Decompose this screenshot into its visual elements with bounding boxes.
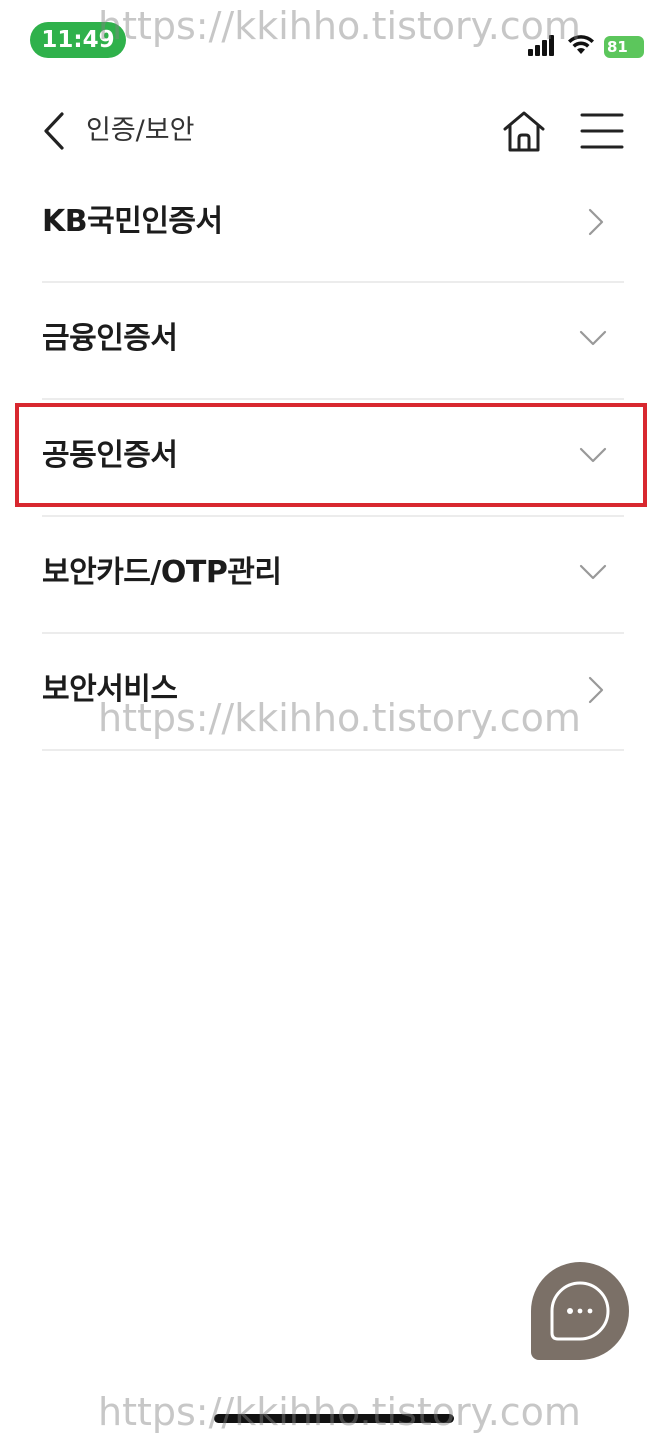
menu-item-security-service[interactable]: 보안서비스 bbox=[42, 634, 624, 751]
chevron-down-icon bbox=[579, 330, 607, 346]
home-icon bbox=[503, 111, 545, 152]
chat-assistant-button[interactable] bbox=[531, 1262, 629, 1360]
home-indicator-bar bbox=[214, 1414, 454, 1423]
menu-item-label: 보안서비스 bbox=[42, 672, 178, 707]
signal-icon bbox=[528, 35, 554, 56]
status-time: 11:49 bbox=[30, 22, 126, 58]
top-header: 인증/보안 bbox=[0, 96, 666, 166]
menu-item-security-card-otp[interactable]: 보안카드/OTP관리 bbox=[42, 517, 624, 634]
chevron-right-icon bbox=[588, 208, 604, 236]
chevron-right-icon bbox=[588, 676, 604, 704]
battery-indicator: 81 bbox=[604, 36, 644, 58]
menu-item-label: 금융인증서 bbox=[42, 321, 178, 356]
menu-item-kb-certificate[interactable]: KB국민인증서 bbox=[42, 166, 624, 283]
watermark-text: https://kkihho.tistory.com bbox=[98, 1390, 581, 1434]
status-bar: 11:49 81 bbox=[0, 0, 666, 90]
chevron-left-icon bbox=[44, 112, 64, 150]
battery-level: 81 bbox=[607, 38, 628, 56]
menu-item-financial-certificate[interactable]: 금융인증서 bbox=[42, 283, 624, 400]
home-button[interactable] bbox=[500, 108, 548, 156]
back-button[interactable] bbox=[36, 110, 76, 152]
wifi-icon bbox=[568, 35, 594, 54]
chat-bubble-icon bbox=[550, 1281, 610, 1341]
menu-item-label: 공동인증서 bbox=[42, 438, 178, 473]
hamburger-menu-button[interactable] bbox=[580, 112, 624, 150]
chevron-down-icon bbox=[579, 447, 607, 463]
hamburger-icon bbox=[580, 113, 624, 149]
menu-item-joint-certificate[interactable]: 공동인증서 bbox=[42, 400, 624, 517]
menu-item-label: KB국민인증서 bbox=[42, 204, 223, 239]
auth-security-menu-list: KB국민인증서 금융인증서 공동인증서 보안카드/OTP관리 보안서비스 bbox=[42, 166, 624, 751]
menu-item-label: 보안카드/OTP관리 bbox=[42, 555, 282, 590]
page-title: 인증/보안 bbox=[86, 115, 195, 146]
chevron-down-icon bbox=[579, 564, 607, 580]
